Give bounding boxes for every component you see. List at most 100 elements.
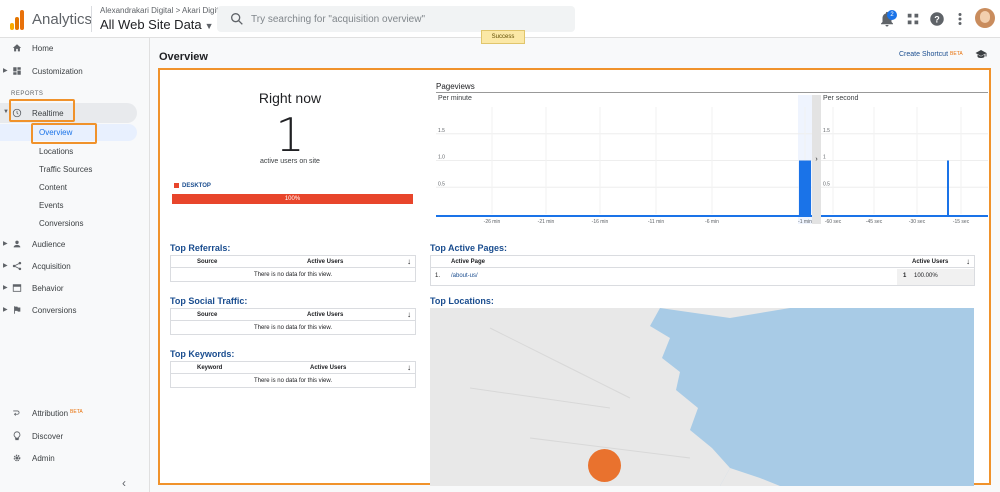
avatar[interactable]: [975, 8, 995, 28]
sidebar-item-audience[interactable]: ▶ Audience: [0, 234, 150, 254]
view-selector[interactable]: All Web Site Data ▼: [100, 17, 214, 32]
top-keywords-table: Keyword Active Users ↓ There is no data …: [170, 361, 416, 388]
col-active-users[interactable]: Active Users: [307, 309, 343, 321]
overview-panel: Right now 1 active users on site DESKTOP…: [158, 68, 991, 486]
flag-icon: [14, 306, 21, 314]
col-keyword[interactable]: Keyword: [197, 362, 222, 374]
sidebar-item-content[interactable]: Content: [0, 179, 137, 196]
sidebar-item-label: Behavior: [32, 284, 64, 293]
chevron-left-icon[interactable]: ‹: [122, 476, 126, 490]
sidebar-item-home[interactable]: Home: [0, 38, 150, 58]
row-users: 1: [903, 273, 907, 279]
land-mass-north: [660, 308, 790, 318]
create-shortcut-label: Create Shortcut: [899, 51, 949, 58]
top-keywords-title: Top Keywords:: [170, 349, 235, 359]
col-active-users[interactable]: Active Users: [310, 362, 346, 374]
col-active-users[interactable]: Active Users: [307, 256, 343, 268]
expand-arrow-icon: ▶: [3, 263, 8, 269]
x-tick-label: -11 min: [648, 219, 665, 225]
sidebar-item-acquisition[interactable]: ▶ Acquisition: [0, 256, 150, 276]
sidebar-item-label: Customization: [32, 67, 83, 76]
sidebar-item-admin[interactable]: Admin: [0, 448, 150, 468]
y-tick-label: 1.5: [438, 128, 445, 134]
active-users-label: active users on site: [260, 158, 320, 165]
create-shortcut-link[interactable]: Create Shortcut BETA: [899, 51, 963, 58]
behavior-icon: [12, 284, 22, 292]
gear-icon: [13, 454, 21, 462]
y-tick-label: 1.0: [438, 155, 445, 161]
expand-arrow-icon: ▶: [3, 307, 8, 313]
sidebar-item-label: Events: [39, 201, 64, 210]
locations-map[interactable]: [430, 308, 974, 486]
account-path[interactable]: Alexandrakari Digital > Akari Digital: [100, 6, 225, 15]
graduation-cap-icon[interactable]: [975, 49, 987, 59]
minute-bar[interactable]: [799, 160, 811, 217]
caret-down-icon: ▼: [204, 21, 214, 31]
col-active-page[interactable]: Active Page: [451, 256, 485, 268]
success-toast: Success: [481, 30, 525, 44]
col-active-users[interactable]: Active Users: [912, 256, 948, 268]
sidebar-item-conversions-realtime[interactable]: Conversions: [0, 215, 137, 232]
second-bar[interactable]: [947, 160, 949, 217]
x-tick-label: -45 sec: [866, 219, 883, 225]
sidebar-item-label: Home: [32, 44, 54, 53]
sidebar-item-label: Admin: [32, 454, 55, 463]
sidebar-item-label: Traffic Sources: [39, 165, 93, 174]
sidebar-item-conversions[interactable]: ▶ Conversions: [0, 300, 150, 320]
app-name[interactable]: Analytics: [32, 11, 92, 28]
help-icon[interactable]: ?: [928, 10, 946, 28]
sidebar-item-behavior[interactable]: ▶ Behavior: [0, 278, 150, 298]
beta-badge: BETA: [950, 51, 963, 57]
top-referrals-title: Top Referrals:: [170, 243, 231, 253]
x-tick-label: -1 min: [798, 219, 812, 225]
y-tick-label: 0.5: [823, 181, 830, 187]
sort-desc-icon[interactable]: ↓: [407, 257, 411, 266]
home-icon: [12, 44, 22, 52]
top-social-title: Top Social Traffic:: [170, 296, 248, 306]
col-source[interactable]: Source: [197, 309, 217, 321]
sidebar-item-events[interactable]: Events: [0, 197, 137, 214]
empty-message: There is no data for this view.: [253, 378, 333, 384]
sidebar-item-label: Conversions: [32, 306, 77, 315]
pageviews-title: Pageviews: [436, 82, 475, 91]
analytics-logo-icon[interactable]: [10, 8, 24, 30]
x-tick-label: -21 min: [538, 219, 555, 225]
highlight-realtime: [9, 99, 75, 122]
sidebar-item-label: Audience: [32, 240, 66, 249]
y-tick-label: 1: [823, 155, 826, 161]
expand-arrow-icon: ▶: [3, 241, 8, 247]
sort-desc-icon[interactable]: ↓: [407, 363, 411, 372]
attribution-icon: [13, 410, 20, 416]
sidebar-item-discover[interactable]: Discover: [0, 426, 150, 446]
sidebar-item-label: Acquisition: [32, 262, 71, 271]
device-legend: DESKTOP: [174, 183, 211, 189]
sidebar-item-locations[interactable]: Locations: [0, 143, 137, 160]
sidebar-item-customization[interactable]: ▶ Customization: [0, 61, 150, 81]
more-vert-icon[interactable]: [951, 10, 969, 28]
page-link[interactable]: /about-us/: [451, 273, 478, 279]
search-input[interactable]: [251, 10, 551, 28]
per-second-chart: 0.5 1 1.5 -60 sec -45 sec -30 sec -15 sec: [821, 107, 988, 225]
land-mass: [430, 308, 730, 486]
search-bar[interactable]: [217, 6, 575, 32]
sidebar-item-traffic-sources[interactable]: Traffic Sources: [0, 161, 137, 178]
col-source[interactable]: Source: [197, 256, 217, 268]
svg-text:?: ?: [934, 14, 940, 24]
sidebar-item-attribution[interactable]: Attribution BETA: [0, 403, 150, 423]
x-tick-label: -16 min: [592, 219, 609, 225]
expand-arrow-icon: ▶: [3, 285, 8, 291]
table-header: [431, 256, 974, 268]
right-now-title: Right now: [258, 90, 322, 106]
sort-desc-icon[interactable]: ↓: [966, 257, 970, 266]
x-tick-label: -60 sec: [825, 219, 842, 225]
device-share-bar: 100%: [172, 194, 413, 204]
sort-desc-icon[interactable]: ↓: [407, 310, 411, 319]
header-divider: [91, 6, 92, 32]
notification-badge: 2: [887, 10, 897, 20]
sidebar-item-label: Locations: [39, 147, 74, 156]
sidebar-item-label: Discover: [32, 432, 64, 441]
x-tick-label: -6 min: [705, 219, 719, 225]
apps-grid-icon[interactable]: [904, 10, 922, 28]
location-marker[interactable]: [588, 449, 621, 482]
table-row: 1. /about-us/ 1 100.00%: [431, 269, 974, 285]
